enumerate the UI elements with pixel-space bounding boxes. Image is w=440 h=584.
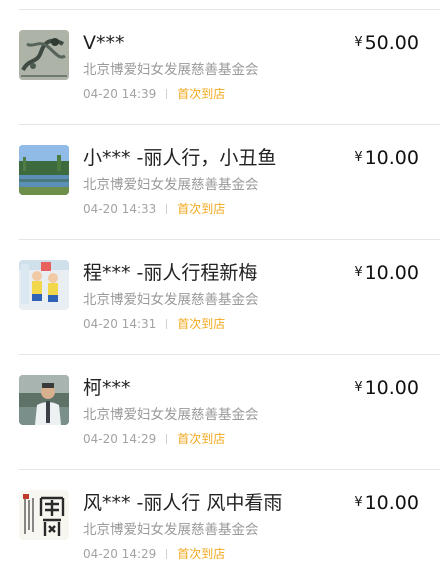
donation-meta: 04-20 14:39 首次到店: [83, 86, 225, 102]
first-visit-tag: 首次到店: [177, 87, 226, 101]
donation-amount: ¥10.00: [354, 146, 419, 170]
donor-name: V***: [83, 32, 125, 54]
donation-amount: ¥50.00: [354, 31, 419, 55]
meta-divider: [166, 89, 168, 99]
amount-value: 50.00: [364, 32, 419, 54]
donor-name: 程*** -丽人行程新梅: [83, 262, 258, 284]
amount-value: 10.00: [364, 492, 419, 514]
first-visit-tag: 首次到店: [177, 317, 226, 331]
organization-name: 北京博爱妇女发展慈善基金会: [83, 292, 259, 308]
meta-divider: [166, 549, 168, 559]
donation-row[interactable]: V*** ¥50.00 北京博爱妇女发展慈善基金会 04-20 14:39 首次到…: [19, 10, 440, 125]
donation-row[interactable]: 风*** -丽人行 风中看雨 ¥10.00 北京博爱妇女发展慈善基金会 04-2…: [19, 470, 440, 584]
donation-time: 04-20 14:29: [83, 547, 157, 561]
organization-name: 北京博爱妇女发展慈善基金会: [83, 177, 259, 193]
donation-time: 04-20 14:29: [83, 432, 157, 446]
organization-name: 北京博爱妇女发展慈善基金会: [83, 522, 259, 538]
donation-time: 04-20 14:39: [83, 87, 157, 101]
donation-row[interactable]: 程*** -丽人行程新梅 ¥10.00 北京博爱妇女发展慈善基金会 04-20 …: [19, 240, 440, 355]
meta-divider: [166, 319, 168, 329]
donation-list: V*** ¥50.00 北京博爱妇女发展慈善基金会 04-20 14:39 首次到…: [0, 10, 440, 584]
currency-symbol: ¥: [354, 265, 363, 280]
donor-name: 风*** -丽人行 风中看雨: [83, 492, 283, 514]
donation-meta: 04-20 14:29 首次到店: [83, 431, 225, 447]
currency-symbol: ¥: [354, 495, 363, 510]
man-portrait-avatar-icon[interactable]: [19, 375, 69, 425]
amount-value: 10.00: [364, 377, 419, 399]
amount-value: 10.00: [364, 147, 419, 169]
organization-name: 北京博爱妇女发展慈善基金会: [83, 407, 259, 423]
children-photo-avatar-icon[interactable]: [19, 260, 69, 310]
donation-meta: 04-20 14:33 首次到店: [83, 201, 225, 217]
donor-name: 柯***: [83, 377, 131, 399]
donation-time: 04-20 14:33: [83, 202, 157, 216]
currency-symbol: ¥: [354, 35, 363, 50]
donor-name: 小*** -丽人行，小丑鱼: [83, 147, 277, 169]
meta-divider: [166, 434, 168, 444]
currency-symbol: ¥: [354, 380, 363, 395]
calligraphy-avatar-icon[interactable]: [19, 490, 69, 540]
donation-row[interactable]: 小*** -丽人行，小丑鱼 ¥10.00 北京博爱妇女发展慈善基金会 04-20…: [19, 125, 440, 240]
donation-time: 04-20 14:31: [83, 317, 157, 331]
currency-symbol: ¥: [354, 150, 363, 165]
donation-amount: ¥10.00: [354, 261, 419, 285]
first-visit-tag: 首次到店: [177, 547, 226, 561]
donation-row[interactable]: 柯*** ¥10.00 北京博爱妇女发展慈善基金会 04-20 14:29 首次到…: [19, 355, 440, 470]
donation-meta: 04-20 14:31 首次到店: [83, 316, 225, 332]
meta-divider: [166, 204, 168, 214]
donation-amount: ¥10.00: [354, 491, 419, 515]
organization-name: 北京博爱妇女发展慈善基金会: [83, 62, 259, 78]
amount-value: 10.00: [364, 262, 419, 284]
dragon-painting-avatar-icon[interactable]: [19, 30, 69, 80]
donation-meta: 04-20 14:29 首次到店: [83, 546, 225, 562]
first-visit-tag: 首次到店: [177, 432, 226, 446]
donation-amount: ¥10.00: [354, 376, 419, 400]
first-visit-tag: 首次到店: [177, 202, 226, 216]
lake-landscape-avatar-icon[interactable]: [19, 145, 69, 195]
